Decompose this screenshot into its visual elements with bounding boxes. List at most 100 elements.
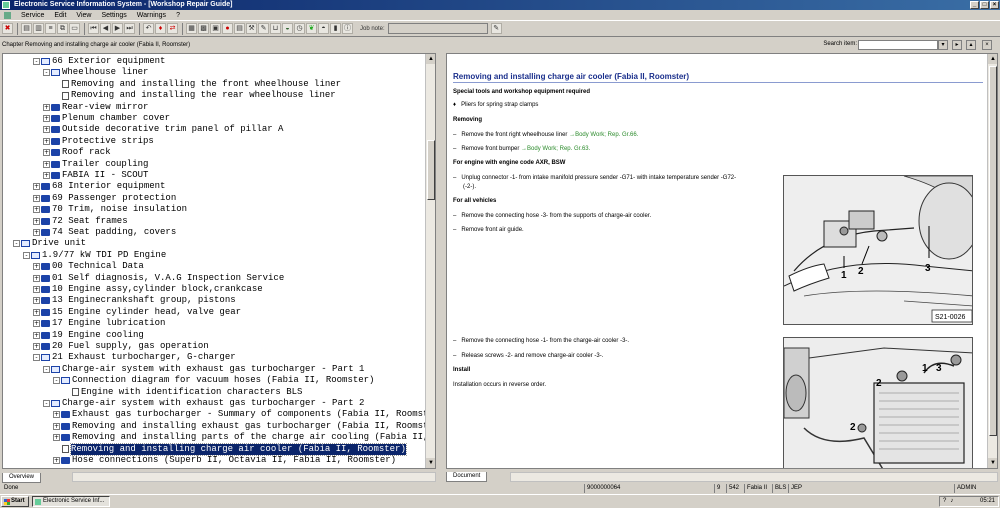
expand-node-icon[interactable]: + [43, 115, 50, 122]
grid-icon[interactable]: ▩ [198, 23, 209, 34]
step-2-link[interactable]: →Body Work; Rep. Gr.63. [521, 146, 590, 152]
scroll-down-icon[interactable]: ▼ [426, 458, 435, 468]
copy-icon[interactable]: ⧉ [57, 23, 68, 34]
maximize-button[interactable]: □ [980, 1, 989, 9]
collapse-node-icon[interactable]: - [33, 354, 40, 362]
basket-icon[interactable]: ⊔ [270, 23, 281, 34]
minimize-button[interactable]: _ [970, 1, 979, 9]
calculator-icon[interactable]: ▦ [186, 23, 197, 34]
tree-item[interactable]: +00 Technical Data [33, 261, 144, 272]
tools-icon[interactable]: ⚒ [246, 23, 257, 34]
car-icon[interactable]: ◒ [282, 23, 293, 34]
tree-item[interactable]: + Outside decorative trim panel of pillar… [43, 124, 283, 135]
pane-close-icon[interactable]: × [982, 40, 992, 50]
tree-scrollbar[interactable]: ▲ ▼ [425, 54, 435, 468]
tree-item[interactable]: + FABIA II - SCOUT [43, 170, 148, 181]
leaf-icon[interactable]: ❦ [306, 23, 317, 34]
info-icon[interactable]: ⓘ [342, 23, 353, 34]
tree-item[interactable]: - Connection diagram for vacuum hoses (Fa… [53, 375, 374, 386]
vehicle-icon[interactable]: ◓ [318, 23, 329, 34]
expand-node-icon[interactable]: + [33, 206, 40, 214]
expand-node-icon[interactable]: + [43, 160, 50, 168]
expand-node-icon[interactable]: + [33, 286, 40, 293]
taskbar-app-item[interactable]: Electronic Service Inf... [32, 496, 110, 507]
tree-item[interactable]: Removing and installing the rear wheelho… [53, 90, 336, 101]
expand-node-icon[interactable]: + [33, 183, 40, 191]
tree-item[interactable]: - Charge-air system with exhaust gas turb… [43, 398, 364, 409]
expand-node-icon[interactable]: + [33, 194, 40, 202]
tree-item[interactable]: +70 Trim, noise insulation [33, 204, 187, 215]
expand-node-icon[interactable]: + [43, 126, 50, 134]
collapse-node-icon[interactable]: - [43, 365, 50, 373]
tray-volume-icon[interactable]: ♪ [950, 497, 953, 506]
collapse-node-icon[interactable]: - [43, 69, 50, 77]
menu-warnings[interactable]: Warnings [137, 12, 166, 19]
book-icon[interactable]: ▮ [330, 23, 341, 34]
collapse-node-icon[interactable]: - [43, 400, 50, 407]
expand-node-icon[interactable]: + [43, 103, 50, 111]
tree-item[interactable]: +13 Enginecrankshaft group, pistons [33, 295, 236, 306]
expand-node-icon[interactable]: + [43, 149, 50, 157]
expand-node-icon[interactable]: + [53, 422, 60, 430]
expand-node-icon[interactable]: + [43, 172, 50, 179]
tree-item[interactable]: - 1.9/77 kW TDI PD Engine [23, 250, 166, 261]
next-icon[interactable]: ▶ [112, 23, 123, 34]
job-note-field[interactable] [387, 23, 488, 34]
tree-item[interactable]: - 21 Exhaust turbocharger, G-charger [33, 352, 236, 363]
doc-scroll-thumb[interactable] [989, 66, 997, 436]
expand-node-icon[interactable]: + [53, 434, 60, 442]
expand-node-icon[interactable]: + [53, 457, 60, 464]
tray-help-icon[interactable]: ? [943, 497, 946, 506]
prev-icon[interactable]: ◀ [100, 23, 111, 34]
menu-help[interactable]: ? [176, 12, 180, 19]
tree-item[interactable]: Removing and installing the front wheelh… [53, 79, 341, 90]
doc-scroll-up-icon[interactable]: ▲ [988, 54, 997, 64]
last-icon[interactable]: ⏭ [124, 23, 135, 34]
tree-item[interactable]: - Drive unit [13, 238, 86, 249]
tree-item[interactable]: - 66 Exterior equipment [33, 56, 165, 67]
expand-node-icon[interactable]: + [33, 217, 40, 225]
tree-item[interactable]: + Hose connections (Superb II, Octavia II… [53, 455, 396, 466]
scroll-thumb[interactable] [427, 140, 435, 200]
job-note-edit-icon[interactable]: ✎ [490, 23, 502, 34]
menu-settings[interactable]: Settings [101, 12, 126, 19]
tree-item[interactable]: + Trailer coupling [43, 159, 148, 170]
collapse-node-icon[interactable]: - [33, 58, 40, 65]
doc-scroll-down-icon[interactable]: ▼ [988, 458, 997, 468]
expand-node-icon[interactable]: + [33, 229, 40, 236]
collapse-icon[interactable]: ▴ [966, 40, 976, 50]
photo-icon[interactable]: ▣ [210, 23, 221, 34]
tree-item[interactable]: +19 Engine cooling [33, 330, 144, 341]
start-button[interactable]: Start [1, 496, 29, 507]
back-icon[interactable]: ↶ [143, 23, 154, 34]
tree-item[interactable]: + Protective strips [43, 136, 154, 147]
tab-document[interactable]: Document [446, 472, 488, 482]
tree-item[interactable]: +10 Engine assy,cylinder block,crankcase [33, 284, 263, 295]
tree-item[interactable]: +01 Self diagnosis, V.A.G Inspection Ser… [33, 273, 284, 284]
app-menu-icon[interactable] [4, 11, 11, 19]
collapse-node-icon[interactable]: - [13, 240, 20, 248]
expand-node-icon[interactable]: + [33, 263, 40, 271]
expand-node-icon[interactable]: + [33, 343, 40, 350]
tree-item[interactable]: + Exhaust gas turbocharger - Summary of c… [53, 409, 435, 420]
document-icon[interactable]: ▥ [33, 23, 44, 34]
bookmark-icon[interactable]: ♦ [155, 23, 166, 34]
tree-item[interactable]: Engine with identification characters BL… [63, 387, 302, 398]
collapse-node-icon[interactable]: - [53, 377, 60, 385]
tree-item[interactable]: - Charge-air system with exhaust gas turb… [43, 364, 364, 375]
tree-item[interactable]: +68 Interior equipment [33, 181, 165, 192]
print-icon[interactable]: ▤ [21, 23, 32, 34]
tree-item[interactable]: +20 Fuel supply, gas operation [33, 341, 209, 352]
swap-icon[interactable]: ⇄ [167, 23, 178, 34]
tree-item[interactable]: +74 Seat padding, covers [33, 227, 176, 238]
tree-item[interactable]: - Wheelhouse liner [43, 67, 148, 78]
expand-node-icon[interactable]: + [33, 331, 40, 339]
tree-item[interactable]: + Removing and installing parts of the ch… [53, 432, 435, 443]
expand-node-icon[interactable]: + [33, 297, 40, 305]
menu-view[interactable]: View [76, 12, 91, 19]
collapse-node-icon[interactable]: - [23, 251, 30, 259]
tree-hscrollbar[interactable] [72, 472, 436, 482]
first-icon[interactable]: ⏮ [88, 23, 99, 34]
note-icon[interactable]: ✎ [258, 23, 269, 34]
expand-node-icon[interactable]: + [53, 411, 60, 419]
